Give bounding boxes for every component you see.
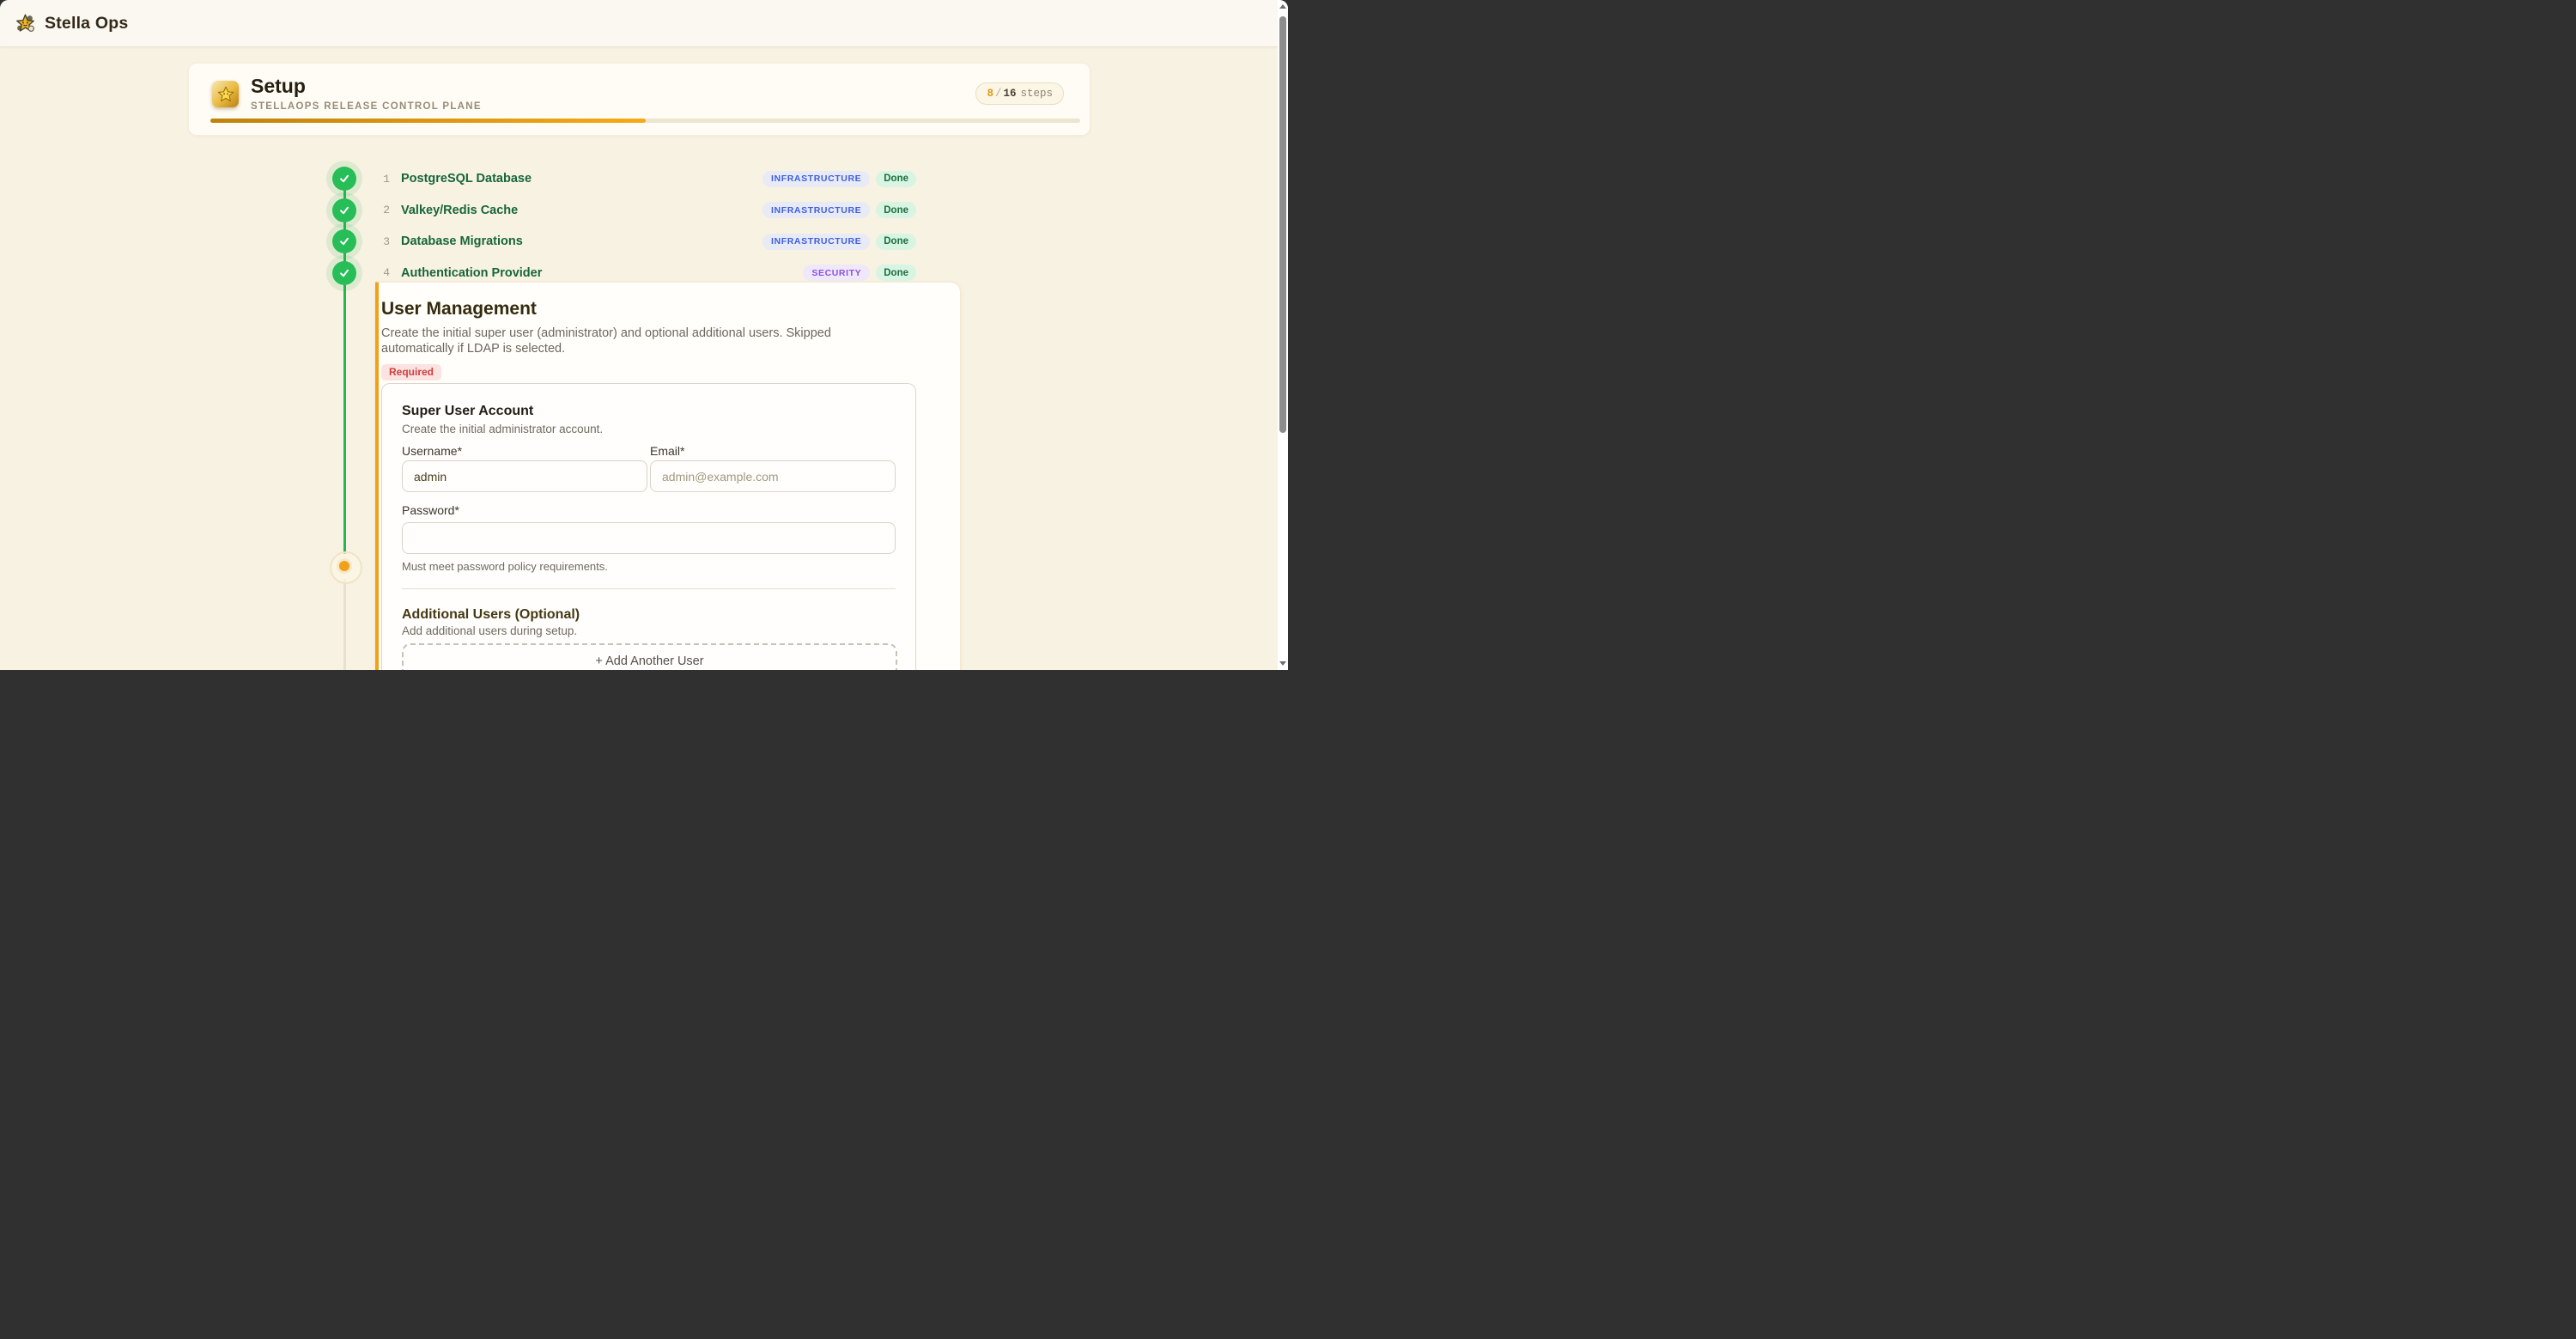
password-label: Password* (402, 503, 896, 519)
page-title: Setup (251, 75, 482, 99)
steps-counter-badge: 8 / 16 steps (975, 82, 1064, 105)
status-badge: Done (876, 202, 916, 218)
timeline-line-upcoming (343, 579, 346, 670)
current-step-marker-dot (339, 561, 349, 571)
additional-users-title: Additional Users (Optional) (402, 607, 896, 623)
app-title: Stella Ops (45, 14, 128, 33)
setup-header-card: Setup STELLAOPS RELEASE CONTROL PLANE 8 … (188, 63, 1091, 136)
progress-fill (210, 119, 646, 123)
section-divider (402, 588, 896, 589)
step-check-icon (332, 229, 356, 253)
required-badge: Required (381, 364, 441, 380)
setup-app-icon (212, 81, 239, 107)
step-row-valkey-redis[interactable]: 2 Valkey/Redis Cache INFRASTRUCTURE Done (378, 198, 916, 222)
app-window: Stella Ops Setup STELLAOPS RELEASE CONTR… (0, 0, 1288, 670)
setup-header-text: Setup STELLAOPS RELEASE CONTROL PLANE (251, 75, 482, 112)
username-label: Username* (402, 444, 647, 460)
setup-progress-track (210, 119, 1080, 123)
scroll-down-arrow-icon[interactable] (1279, 661, 1286, 666)
step-check-icon (332, 261, 356, 285)
category-badge: INFRASTRUCTURE (762, 202, 870, 218)
super-user-subtitle: Create the initial administrator account… (402, 423, 896, 435)
stellaops-star-icon (15, 13, 36, 34)
email-label: Email* (650, 444, 896, 460)
username-field[interactable] (402, 460, 647, 492)
super-user-card: Super User Account Create the initial ad… (381, 383, 916, 670)
star-icon (216, 85, 235, 104)
status-badge: Done (876, 234, 916, 250)
step-row-db-migrations[interactable]: 3 Database Migrations INFRASTRUCTURE Don… (378, 229, 916, 253)
step-row-postgresql[interactable]: 1 PostgreSQL Database INFRASTRUCTURE Don… (378, 167, 916, 191)
category-badge: INFRASTRUCTURE (762, 234, 870, 250)
password-helper-text: Must meet password policy requirements. (402, 560, 896, 573)
additional-users-subtitle: Add additional users during setup. (402, 624, 896, 637)
category-badge: SECURITY (803, 265, 870, 281)
status-badge: Done (876, 265, 916, 281)
vertical-scrollbar[interactable] (1278, 0, 1288, 670)
page-subtitle: STELLAOPS RELEASE CONTROL PLANE (251, 101, 482, 112)
scrollbar-thumb[interactable] (1279, 16, 1286, 433)
step-check-icon (332, 198, 356, 222)
section-description: Create the initial super user (administr… (381, 326, 884, 356)
steps-word: steps (1020, 88, 1053, 100)
top-bar: Stella Ops (0, 0, 1278, 47)
category-badge: INFRASTRUCTURE (762, 171, 870, 187)
step-check-icon (332, 167, 356, 191)
user-management-card: User Management Create the initial super… (375, 282, 961, 670)
status-badge: Done (876, 171, 916, 187)
password-field[interactable] (402, 522, 896, 554)
scroll-up-arrow-icon[interactable] (1279, 4, 1286, 9)
super-user-title: Super User Account (402, 404, 896, 419)
section-title: User Management (381, 299, 915, 320)
email-field[interactable] (650, 460, 896, 492)
steps-done-count: 8 (987, 88, 993, 100)
add-another-user-button[interactable]: + Add Another User (402, 643, 897, 670)
